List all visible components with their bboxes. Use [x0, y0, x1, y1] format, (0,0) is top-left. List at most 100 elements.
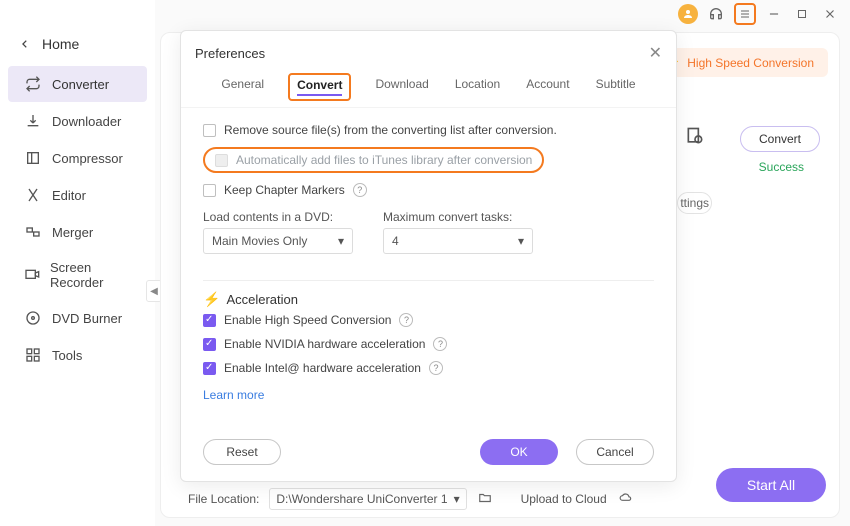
sidebar: Home Converter Downloader Compressor Edi… [0, 0, 155, 526]
load-contents-col: Load contents in a DVD: Main Movies Only… [203, 210, 353, 254]
compressor-icon [24, 149, 42, 167]
file-settings-icon[interactable] [685, 126, 705, 146]
sidebar-item-compressor[interactable]: Compressor [8, 140, 147, 176]
checkbox-icon[interactable] [215, 154, 228, 167]
auto-itunes-option[interactable]: Automatically add files to iTunes librar… [203, 142, 654, 178]
max-tasks-col: Maximum convert tasks: 4 ▾ [383, 210, 533, 254]
max-tasks-label: Maximum convert tasks: [383, 210, 533, 224]
sidebar-item-label: Editor [52, 188, 86, 203]
start-all-button[interactable]: Start All [716, 468, 826, 502]
merger-icon [24, 223, 42, 241]
convert-button[interactable]: Convert [740, 126, 820, 152]
folder-icon[interactable] [477, 491, 493, 508]
enable-intel-label: Enable Intel@ hardware acceleration [224, 361, 421, 375]
load-contents-select[interactable]: Main Movies Only ▾ [203, 228, 353, 254]
learn-more-link[interactable]: Learn more [203, 388, 264, 402]
help-icon[interactable]: ? [353, 183, 367, 197]
dialog-title: Preferences [195, 46, 265, 61]
enable-hsc-option[interactable]: Enable High Speed Conversion ? [203, 308, 654, 332]
dialog-footer: Reset OK Cancel [181, 425, 676, 481]
support-headset-icon[interactable] [706, 4, 726, 24]
maximize-icon[interactable] [792, 4, 812, 24]
minimize-icon[interactable] [764, 4, 784, 24]
cloud-icon[interactable] [617, 491, 635, 508]
enable-nvidia-option[interactable]: Enable NVIDIA hardware acceleration ? [203, 332, 654, 356]
tab-convert-label: Convert [297, 78, 342, 92]
auto-itunes-label: Automatically add files to iTunes librar… [236, 153, 532, 167]
checkbox-icon[interactable] [203, 184, 216, 197]
chevron-left-icon [20, 39, 30, 49]
sidebar-item-label: Converter [52, 77, 109, 92]
checkbox-icon[interactable] [203, 362, 216, 375]
home-nav[interactable]: Home [0, 30, 155, 66]
sidebar-item-downloader[interactable]: Downloader [8, 103, 147, 139]
checkbox-icon[interactable] [203, 338, 216, 351]
sidebar-item-merger[interactable]: Merger [8, 214, 147, 250]
chevron-down-icon: ▾ [518, 234, 524, 248]
tab-location[interactable]: Location [453, 73, 502, 101]
high-speed-label: High Speed Conversion [687, 56, 814, 70]
sidebar-item-label: Merger [52, 225, 93, 240]
ok-button[interactable]: OK [480, 439, 558, 465]
home-label: Home [42, 36, 79, 52]
sidebar-item-label: Downloader [52, 114, 121, 129]
sidebar-item-tools[interactable]: Tools [8, 337, 147, 373]
screen-recorder-icon [24, 266, 40, 284]
tab-download[interactable]: Download [373, 73, 430, 101]
success-status: Success [759, 160, 804, 174]
tab-general[interactable]: General [219, 73, 266, 101]
sidebar-item-screen-recorder[interactable]: Screen Recorder [8, 251, 147, 299]
nav-list: Converter Downloader Compressor Editor M… [0, 66, 155, 373]
dvd-burner-icon [24, 309, 42, 327]
checkbox-icon[interactable] [203, 314, 216, 327]
sidebar-item-dvd-burner[interactable]: DVD Burner [8, 300, 147, 336]
sidebar-item-label: Compressor [52, 151, 123, 166]
help-icon[interactable]: ? [429, 361, 443, 375]
footer-bar: File Location: D:\Wondershare UniConvert… [188, 488, 635, 510]
sidebar-item-label: Screen Recorder [50, 260, 135, 290]
sidebar-item-label: DVD Burner [52, 311, 122, 326]
tab-convert[interactable]: Convert [288, 73, 351, 101]
tools-icon [24, 346, 42, 364]
sidebar-item-label: Tools [52, 348, 82, 363]
downloader-icon [24, 112, 42, 130]
chevron-down-icon: ▾ [338, 234, 344, 248]
tab-account[interactable]: Account [524, 73, 571, 101]
highlight-oval: Automatically add files to iTunes librar… [203, 147, 544, 173]
user-avatar-icon[interactable] [678, 4, 698, 24]
dialog-tabs: General Convert Download Location Accoun… [181, 67, 676, 108]
file-location-select[interactable]: D:\Wondershare UniConverter 1 ▾ [269, 488, 466, 510]
remove-source-option[interactable]: Remove source file(s) from the convertin… [203, 118, 654, 142]
bolt-icon: ⚡ [203, 291, 220, 308]
max-tasks-select[interactable]: 4 ▾ [383, 228, 533, 254]
cancel-button[interactable]: Cancel [576, 439, 654, 465]
chevron-down-icon: ▾ [454, 492, 460, 506]
help-icon[interactable]: ? [399, 313, 413, 327]
checkbox-icon[interactable] [203, 124, 216, 137]
file-location-value: D:\Wondershare UniConverter 1 [276, 492, 447, 506]
sidebar-item-editor[interactable]: Editor [8, 177, 147, 213]
enable-intel-option[interactable]: Enable Intel@ hardware acceleration ? [203, 356, 654, 380]
dialog-header: Preferences ✕ [181, 31, 676, 67]
help-icon[interactable]: ? [433, 337, 447, 351]
keep-chapters-option[interactable]: Keep Chapter Markers ? [203, 178, 654, 202]
load-contents-label: Load contents in a DVD: [203, 210, 353, 224]
file-location-label: File Location: [188, 492, 259, 506]
tab-subtitle[interactable]: Subtitle [594, 73, 638, 101]
form-row: Load contents in a DVD: Main Movies Only… [203, 210, 654, 254]
remove-source-label: Remove source file(s) from the convertin… [224, 123, 557, 137]
acceleration-heading: ⚡ Acceleration [203, 280, 654, 308]
file-meta-icons: ttings [677, 126, 712, 214]
load-contents-value: Main Movies Only [212, 234, 307, 248]
settings-chip[interactable]: ttings [677, 192, 712, 214]
dialog-body: Remove source file(s) from the convertin… [181, 108, 676, 425]
enable-hsc-label: Enable High Speed Conversion [224, 313, 391, 327]
preferences-dialog: Preferences ✕ General Convert Download L… [180, 30, 677, 482]
close-window-icon[interactable] [820, 4, 840, 24]
acceleration-label: Acceleration [226, 292, 298, 307]
reset-button[interactable]: Reset [203, 439, 281, 465]
sidebar-item-converter[interactable]: Converter [8, 66, 147, 102]
hamburger-menu-icon[interactable] [734, 3, 756, 25]
converter-icon [24, 75, 42, 93]
dialog-close-icon[interactable]: ✕ [649, 43, 662, 63]
